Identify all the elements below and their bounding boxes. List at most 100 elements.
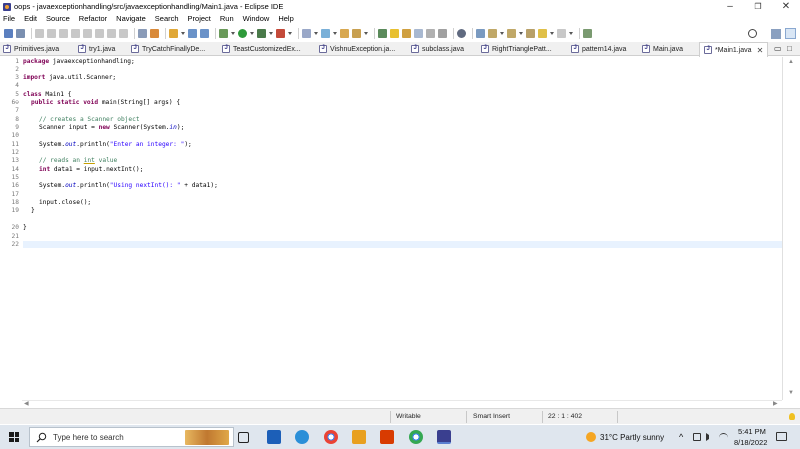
weather-text[interactable]: 31°C Partly sunny bbox=[600, 433, 664, 442]
pin-editor-icon[interactable] bbox=[476, 28, 485, 38]
open-task-icon[interactable] bbox=[321, 28, 330, 38]
toggle-mark-occurrences-icon[interactable] bbox=[378, 28, 387, 38]
chevron-up-icon[interactable]: ^ bbox=[679, 432, 683, 442]
paragraph-icon[interactable] bbox=[426, 28, 435, 38]
line-number[interactable]: 6⊖ bbox=[0, 99, 19, 106]
tab-main1[interactable]: *Main1.java ✕ bbox=[699, 42, 769, 57]
tab-pattern14[interactable]: pattern14.java bbox=[571, 42, 626, 56]
clock-date[interactable]: 8/18/2022 bbox=[734, 438, 767, 447]
chrome-profile-taskbar-icon[interactable] bbox=[409, 430, 423, 444]
chevron-down-icon[interactable] bbox=[550, 29, 554, 38]
search-toolbar-icon[interactable] bbox=[340, 28, 349, 38]
taskbar-search-box[interactable]: Type here to search bbox=[29, 427, 234, 447]
tab-subclass[interactable]: subclass.java bbox=[411, 42, 464, 56]
suspend-icon[interactable] bbox=[59, 28, 68, 38]
chevron-down-icon[interactable] bbox=[250, 29, 254, 38]
new-icon[interactable] bbox=[4, 28, 13, 38]
menu-edit[interactable]: Edit bbox=[24, 14, 37, 23]
cursor-position-status[interactable]: 22 : 1 : 402 bbox=[548, 413, 582, 420]
chevron-down-icon[interactable] bbox=[269, 29, 273, 38]
resume-icon[interactable] bbox=[47, 28, 56, 38]
minimize-button[interactable]: – bbox=[717, 0, 743, 13]
maximize-button[interactable]: ❐ bbox=[745, 0, 771, 13]
maximize-view-icon[interactable]: □ bbox=[787, 44, 792, 53]
run-icon[interactable] bbox=[238, 28, 247, 38]
tab-righttrianglepattern[interactable]: RightTrianglePatt... bbox=[481, 42, 552, 56]
forward-icon[interactable] bbox=[557, 28, 566, 38]
close-icon[interactable]: ✕ bbox=[757, 46, 764, 55]
coverage-icon[interactable] bbox=[150, 28, 159, 38]
tab-main[interactable]: Main.java bbox=[642, 42, 683, 56]
external-tools-icon[interactable] bbox=[276, 28, 285, 38]
chevron-down-icon[interactable] bbox=[519, 29, 523, 38]
menu-help[interactable]: Help bbox=[278, 14, 293, 23]
chrome-taskbar-icon[interactable] bbox=[324, 430, 338, 444]
java-perspective-icon[interactable] bbox=[785, 28, 796, 39]
toggle-highlight-icon[interactable] bbox=[390, 28, 399, 38]
chevron-down-icon[interactable] bbox=[314, 29, 318, 38]
step-over-icon[interactable] bbox=[107, 28, 116, 38]
show-whitespace-toggle-icon[interactable] bbox=[414, 28, 423, 38]
open-perspective-icon[interactable] bbox=[583, 28, 592, 38]
menu-project[interactable]: Project bbox=[188, 14, 211, 23]
wifi-icon[interactable] bbox=[719, 433, 728, 442]
tab-primitives[interactable]: Primitives.java bbox=[3, 42, 59, 56]
scroll-left-icon[interactable]: ◀ bbox=[24, 400, 29, 407]
explorer-folder-taskbar-icon[interactable] bbox=[352, 430, 366, 444]
web-browser-icon[interactable] bbox=[457, 28, 466, 38]
volume-icon[interactable] bbox=[706, 433, 714, 441]
edge-taskbar-icon[interactable] bbox=[295, 430, 309, 444]
edit-icon[interactable] bbox=[352, 28, 361, 38]
tab-vishnuexception[interactable]: VishnuException.ja... bbox=[319, 42, 395, 56]
tab-try1[interactable]: try1.java bbox=[78, 42, 115, 56]
next-annotation-icon[interactable] bbox=[488, 28, 497, 38]
block-selection-icon[interactable] bbox=[402, 28, 411, 38]
clock-time[interactable]: 5:41 PM bbox=[738, 427, 766, 436]
step-return-icon[interactable] bbox=[119, 28, 128, 38]
insert-mode-status[interactable]: Smart Insert bbox=[473, 413, 510, 420]
chevron-down-icon[interactable] bbox=[231, 29, 235, 38]
network-status-icon[interactable] bbox=[693, 433, 701, 441]
horizontal-scrollbar[interactable]: ◀ ▶ bbox=[22, 400, 782, 408]
terminate-icon[interactable] bbox=[71, 28, 80, 38]
code-editor[interactable]: 1 2 3 4 5 6⊖ 7 8 9 10 11 12 13 14 15 16 … bbox=[0, 57, 782, 400]
menu-source[interactable]: Source bbox=[46, 14, 70, 23]
eclipse-taskbar-icon[interactable] bbox=[437, 430, 451, 444]
menu-window[interactable]: Window bbox=[243, 14, 270, 23]
open-type-icon[interactable] bbox=[302, 28, 311, 38]
debug-icon[interactable] bbox=[219, 28, 228, 38]
tab-teastcustomized[interactable]: TeastCustomizedEx... bbox=[222, 42, 301, 56]
menu-refactor[interactable]: Refactor bbox=[79, 14, 107, 23]
chevron-down-icon[interactable] bbox=[500, 29, 504, 38]
back-icon[interactable] bbox=[538, 28, 547, 38]
previous-annotation-icon[interactable] bbox=[507, 28, 516, 38]
chevron-down-icon[interactable] bbox=[364, 29, 368, 38]
file-explorer-taskbar-icon[interactable] bbox=[267, 430, 281, 444]
search-icon[interactable] bbox=[748, 29, 757, 38]
new-package-icon[interactable] bbox=[188, 28, 197, 38]
scroll-up-icon[interactable]: ▲ bbox=[788, 59, 794, 65]
menu-file[interactable]: File bbox=[3, 14, 15, 23]
step-into-icon[interactable] bbox=[95, 28, 104, 38]
task-view-icon[interactable] bbox=[238, 432, 249, 443]
windows-start-icon[interactable] bbox=[9, 432, 19, 442]
overview-ruler[interactable]: ▲ ▼ bbox=[782, 57, 800, 400]
skip-breakpoints-icon[interactable] bbox=[35, 28, 44, 38]
menu-search[interactable]: Search bbox=[155, 14, 179, 23]
chevron-down-icon[interactable] bbox=[181, 29, 185, 38]
scroll-down-icon[interactable]: ▼ bbox=[788, 390, 794, 396]
menu-run[interactable]: Run bbox=[220, 14, 234, 23]
new-class-icon[interactable] bbox=[200, 28, 209, 38]
new-java-project-icon[interactable] bbox=[169, 28, 178, 38]
save-icon[interactable] bbox=[16, 28, 25, 38]
chevron-down-icon[interactable] bbox=[569, 29, 573, 38]
notification-icon[interactable] bbox=[776, 432, 787, 441]
disconnect-icon[interactable] bbox=[83, 28, 92, 38]
menu-navigate[interactable]: Navigate bbox=[116, 14, 146, 23]
office-taskbar-icon[interactable] bbox=[380, 430, 394, 444]
minimize-view-icon[interactable]: ▭ bbox=[774, 44, 782, 53]
tab-trycatchfinally[interactable]: TryCatchFinallyDe... bbox=[131, 42, 205, 56]
chevron-down-icon[interactable] bbox=[288, 29, 292, 38]
open-perspective-button[interactable] bbox=[771, 28, 781, 39]
next-annotation-bar-icon[interactable] bbox=[438, 28, 447, 38]
